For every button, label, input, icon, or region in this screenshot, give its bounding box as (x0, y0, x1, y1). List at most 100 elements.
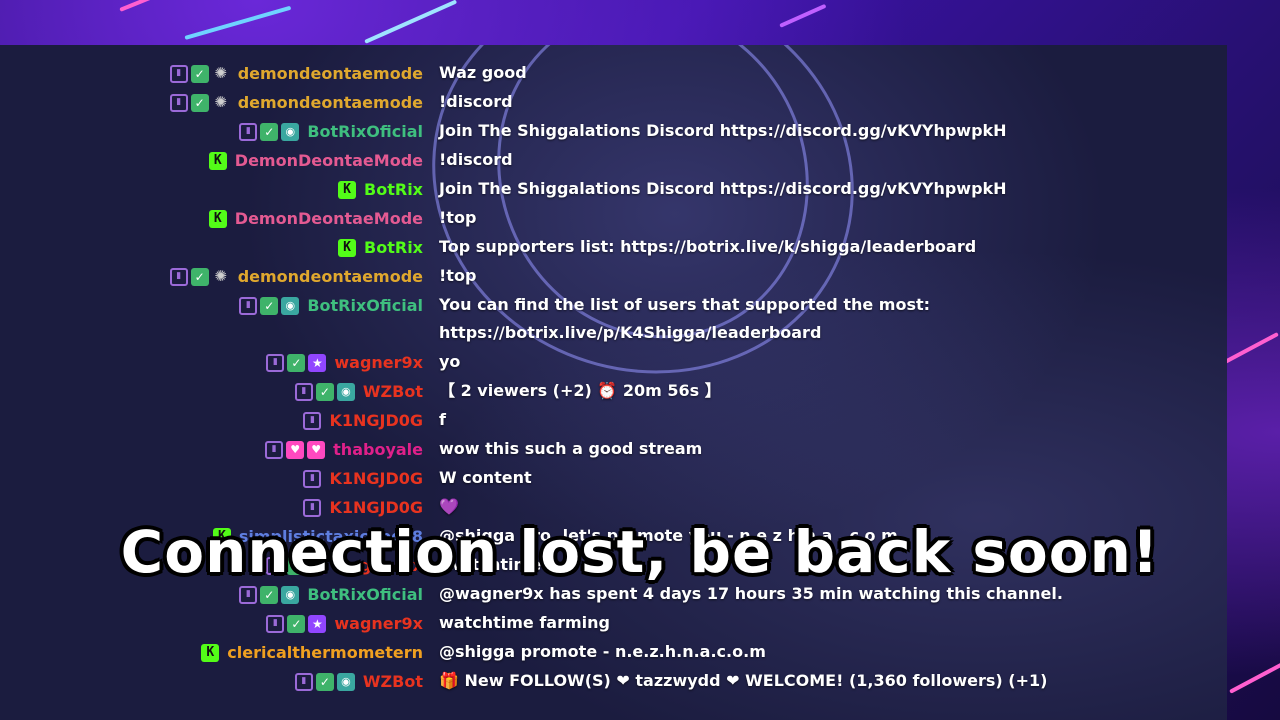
chat-overlay: ▮ ✓ ✺ demondeontaemode Waz good ▮ ✓ ✺ demondeont… (0, 59, 1227, 696)
chat-message-author: ▮ ✓ ★ wagner9x (0, 609, 431, 638)
chat-message: Kclericalthermometern @shigga promote - n… (0, 638, 1227, 667)
heart-icon: ♥ (307, 440, 326, 459)
chat-message-text: wow this such a good stream (439, 439, 703, 458)
chat-message: ▮ ♥ ♥ thaboyale wow this such a good stream (0, 435, 1227, 464)
chat-username[interactable]: BotRixOficial (307, 122, 423, 141)
green-check-icon: ✓ (260, 585, 279, 604)
chat-message-author: K DemonDeontaeMode (0, 146, 431, 175)
chat-username[interactable]: K1NGJD0G (329, 411, 423, 430)
chat-username[interactable]: BotRixOficial (307, 585, 423, 604)
twitch-icon: ▮ (239, 296, 258, 315)
chat-username[interactable]: K1NGJD0G (329, 498, 423, 517)
chat-username[interactable]: clericalthermometern (227, 643, 423, 662)
kick-icon: K (338, 238, 357, 257)
chat-username[interactable]: WZBot (363, 672, 423, 691)
chat-message: K DemonDeontaeMode !discord (0, 146, 1227, 175)
chat-username[interactable]: demondeontaemode (238, 267, 423, 286)
chat-username[interactable]: DemonDeontaeMode (235, 151, 423, 170)
twitch-icon: ▮ (294, 382, 313, 401)
chat-message-text: Join The Shiggalations Discord https://d… (439, 179, 1007, 198)
chat-message-author: ▮ ✓ ★ wagner9x (0, 348, 431, 377)
kick-icon: K (338, 180, 357, 199)
chat-username[interactable]: wagner9x (334, 353, 423, 372)
chat-message-text: Top supporters list: https://botrix.live… (439, 237, 977, 256)
chat-message-author: K DemonDeontaeMode (0, 204, 431, 233)
chat-message-author: Kclericalthermometern (0, 638, 431, 667)
chat-message-author: ▮ ✓ ◉ WZBot (0, 377, 431, 406)
chat-username[interactable]: wagner9x (334, 614, 423, 633)
chat-message-author: ▮ ✓ ✺ demondeontaemode (0, 59, 431, 88)
green-check-icon: ✓ (190, 93, 209, 112)
chat-message-author: ▮ K1NGJD0G (0, 406, 431, 435)
green-check-icon: ✓ (190, 64, 209, 83)
chat-message-author: ▮ K1NGJD0G (0, 464, 431, 493)
chat-message: ▮ ✓ ✺ demondeontaemode !discord (0, 88, 1227, 117)
chat-username[interactable]: K1NGJD0G (329, 469, 423, 488)
chat-message-text: Join The Shiggalations Discord https://d… (439, 121, 1007, 140)
light-streak (184, 5, 292, 40)
bot-icon: ◉ (336, 382, 355, 401)
twitch-icon: ▮ (239, 585, 258, 604)
twitch-icon: ▮ (303, 469, 322, 488)
chat-username[interactable]: thaboyale (333, 440, 423, 459)
twitch-icon: ▮ (169, 64, 188, 83)
kick-icon: K (201, 643, 220, 662)
twitch-icon: ▮ (169, 267, 188, 286)
green-check-icon: ✓ (190, 267, 209, 286)
chat-message: ▮ ✓ ◉ WZBot 【 2 viewers (+2) ⏰ 20m 56s 】 (0, 377, 1227, 406)
chat-username[interactable]: BotRix (364, 180, 423, 199)
chat-message-author: ▮ ✓ ✺ demondeontaemode (0, 262, 431, 291)
twitch-icon: ▮ (265, 440, 284, 459)
heart-icon: ♥ (286, 440, 305, 459)
chat-username[interactable]: BotRixOficial (307, 296, 423, 315)
chat-message: ▮ K1NGJD0G f (0, 406, 1227, 435)
grey-dragon-icon: ✺ (214, 267, 227, 285)
chat-username[interactable]: BotRix (364, 238, 423, 257)
chat-username[interactable]: WZBot (363, 382, 423, 401)
twitch-icon: ▮ (266, 614, 285, 633)
chat-message-text: 💜 (439, 497, 459, 516)
twitch-icon: ▮ (266, 353, 285, 372)
twitch-icon: ▮ (294, 672, 313, 691)
light-streak (364, 0, 458, 44)
bot-icon: ◉ (281, 122, 300, 141)
connection-lost-banner: Connection lost, be back soon! (120, 518, 1160, 586)
chat-message: ▮ ✓ ✺ demondeontaemode Waz good (0, 59, 1227, 88)
grey-dragon-icon: ✺ (214, 64, 227, 82)
chat-message-author: ▮ ✓ ◉ BotRixOficial (0, 117, 431, 146)
chat-message-text: @shigga promote - n.e.z.h.n.a.c.o.m (439, 642, 766, 661)
kick-icon: K (208, 209, 227, 228)
green-check-icon: ✓ (287, 353, 306, 372)
light-streak (1229, 662, 1280, 694)
chat-username[interactable]: demondeontaemode (238, 64, 423, 83)
star-icon: ★ (308, 353, 327, 372)
chat-message: ▮ ✓ ★ wagner9x yo (0, 348, 1227, 377)
chat-message-text: W content (439, 468, 532, 487)
green-check-icon: ✓ (260, 296, 279, 315)
chat-username[interactable]: DemonDeontaeMode (235, 209, 423, 228)
chat-message-text: You can find the list of users that supp… (439, 295, 931, 342)
chat-message-text: f (439, 410, 446, 429)
twitch-icon: ▮ (303, 411, 322, 430)
chat-message-text: 🎁 New FOLLOW(S) ❤ tazzwydd ❤ WELCOME! (1… (439, 671, 1048, 690)
chat-message-author: ▮ ✓ ✺ demondeontaemode (0, 88, 431, 117)
chat-message: ▮ K1NGJD0G W content (0, 464, 1227, 493)
green-check-icon: ✓ (260, 122, 279, 141)
green-check-icon: ✓ (315, 672, 334, 691)
chat-message-text: !top (439, 208, 477, 227)
chat-message-text: Waz good (439, 63, 527, 82)
kick-icon: K (208, 151, 227, 170)
twitch-icon: ▮ (169, 93, 188, 112)
bot-icon: ◉ (281, 296, 300, 315)
chat-message: K BotRix Top supporters list: https://botr… (0, 233, 1227, 262)
chat-message-author: K BotRix (0, 233, 431, 262)
chat-message: K BotRix Join The Shiggalations Discord ht… (0, 175, 1227, 204)
chat-username[interactable]: demondeontaemode (238, 93, 423, 112)
chat-message: ▮ ✓ ◉ BotRixOficial Join The Shiggalations D… (0, 117, 1227, 146)
chat-message: ▮ ✓ ◉ WZBot 🎁 New FOLLOW(S) ❤ tazzwydd ❤ WEL… (0, 667, 1227, 696)
chat-message-text: yo (439, 352, 461, 371)
light-streak (1224, 332, 1279, 364)
twitch-icon: ▮ (303, 498, 322, 517)
chat-message-author: ▮ ✓ ◉ WZBot (0, 667, 431, 696)
twitch-icon: ▮ (239, 122, 258, 141)
